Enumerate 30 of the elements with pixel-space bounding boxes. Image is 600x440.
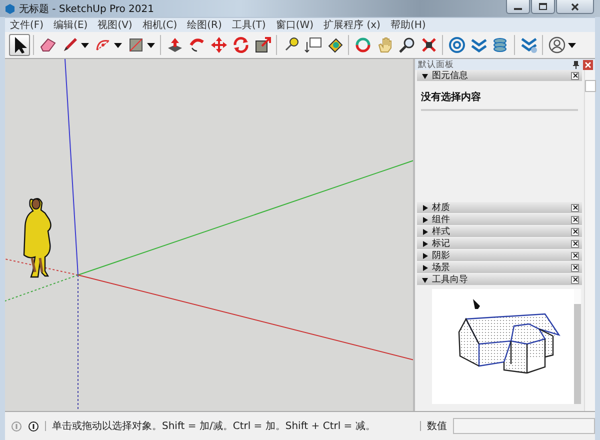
menu-item[interactable]: 相机(C) (137, 18, 182, 32)
tray-title: 阴影 (432, 250, 451, 262)
tray-title: 工具向导 (432, 274, 469, 286)
menu-item[interactable]: 窗口(W) (270, 18, 319, 32)
no-selection-text: 没有选择内容 (421, 90, 481, 104)
tray-header[interactable]: 组件 (417, 214, 582, 225)
window-title: 无标题 - SketchUp Pro 2021 (19, 2, 154, 16)
menu-item[interactable]: 工具(T) (226, 18, 271, 32)
menu-item[interactable]: 扩展程序 (x) (318, 18, 386, 32)
measurements-label: 数值 (427, 420, 447, 433)
tray-header[interactable]: 图元信息 (417, 70, 582, 81)
tray-header[interactable]: 样式 (417, 226, 582, 237)
tray-header[interactable]: 材质 (417, 202, 582, 213)
tray-title: 图元信息 (432, 70, 469, 82)
menu-item[interactable]: 视图(V) (92, 18, 138, 32)
tray-header[interactable]: 工具向导 (417, 274, 582, 285)
tray-header[interactable]: 标记 (417, 238, 582, 249)
menu-item[interactable]: 文件(F) (5, 18, 49, 32)
menu-item[interactable]: 绘图(R) (182, 18, 227, 32)
tray-title: 样式 (432, 226, 451, 238)
tray-header[interactable]: 阴影 (417, 250, 582, 261)
panel-title: 默认面板 (418, 58, 455, 70)
tray-title: 场景 (432, 262, 451, 274)
menu-item[interactable]: 帮助(H) (385, 18, 431, 32)
tray-title: 标记 (432, 238, 451, 250)
tray-title: 组件 (432, 214, 451, 226)
tray-title: 材质 (432, 202, 451, 214)
menu-item[interactable]: 编辑(E) (48, 18, 93, 32)
status-message: 单击或拖动以选择对象。Shift = 加/减。Ctrl = 加。Shift + Ctrl = 减。 (52, 420, 376, 433)
tray-header[interactable]: 场景 (417, 262, 582, 273)
